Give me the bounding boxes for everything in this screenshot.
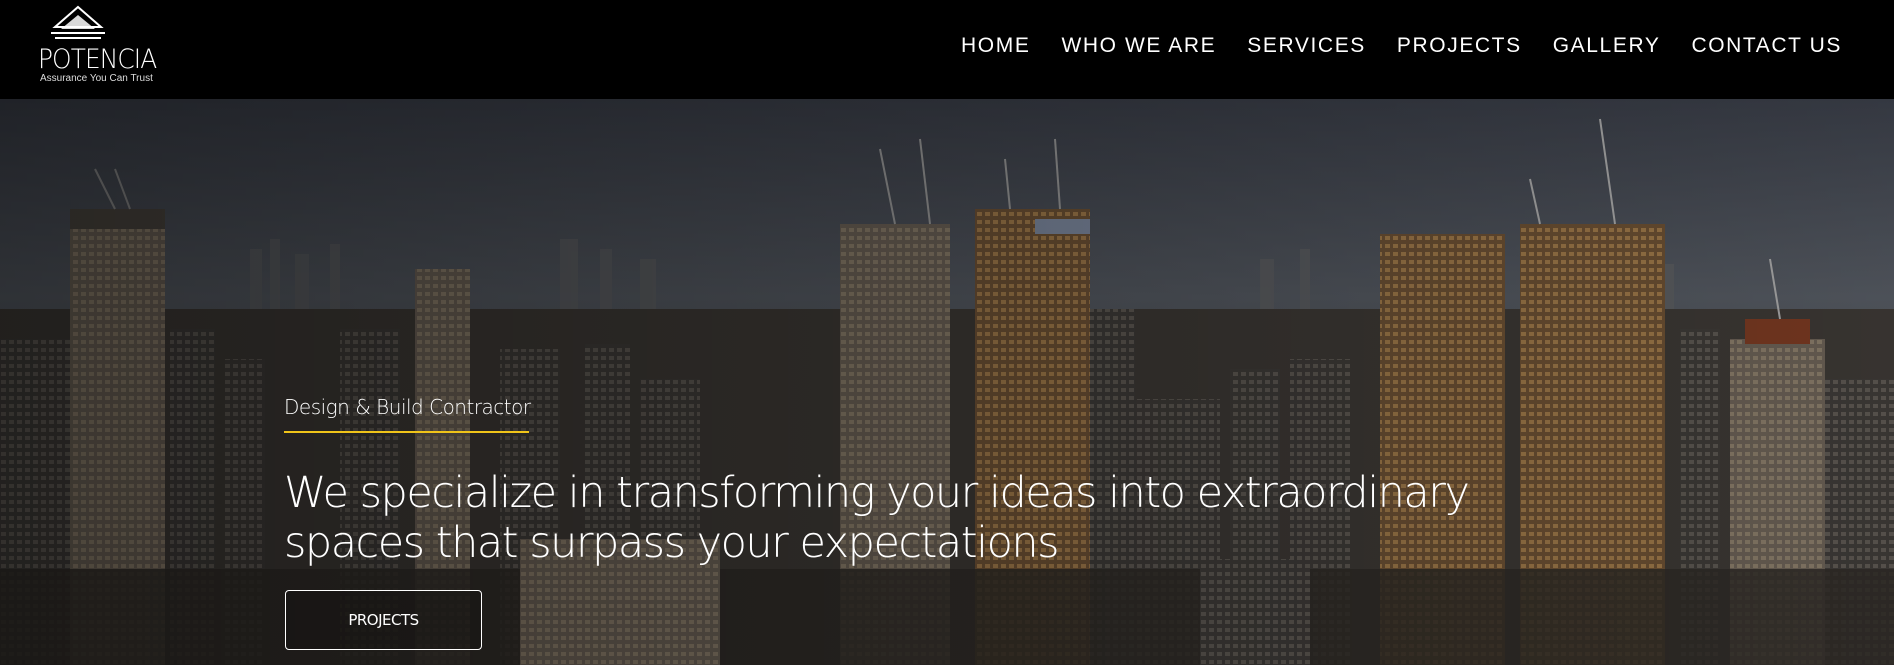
projects-button[interactable]: PROJECTS [285,590,482,650]
city-skyline-background [0,99,1894,665]
building-logo-icon [51,5,105,39]
nav-projects[interactable]: PROJECTS [1397,34,1522,58]
nav-services[interactable]: SERVICES [1247,34,1366,58]
nav-gallery[interactable]: GALLERY [1553,34,1661,58]
nav-who-we-are[interactable]: WHO WE ARE [1061,34,1216,58]
kicker-underline [284,431,529,433]
main-nav: HOME WHO WE ARE SERVICES PROJECTS GALLER… [930,34,1842,58]
hero-headline: We specialize in transforming your ideas… [284,468,1470,568]
nav-contact-us[interactable]: CONTACT US [1691,34,1842,58]
brand-logo[interactable]: POTENCIA Assurance You Can Trust [38,5,178,87]
nav-home[interactable]: HOME [961,34,1030,58]
top-navbar: POTENCIA Assurance You Can Trust HOME WH… [0,0,1894,99]
hero-kicker: Design & Build Contractor [284,395,531,419]
brand-name: POTENCIA [38,44,157,75]
brand-tagline: Assurance You Can Trust [40,73,153,84]
hero-banner: Design & Build Contractor We specialize … [0,99,1894,665]
